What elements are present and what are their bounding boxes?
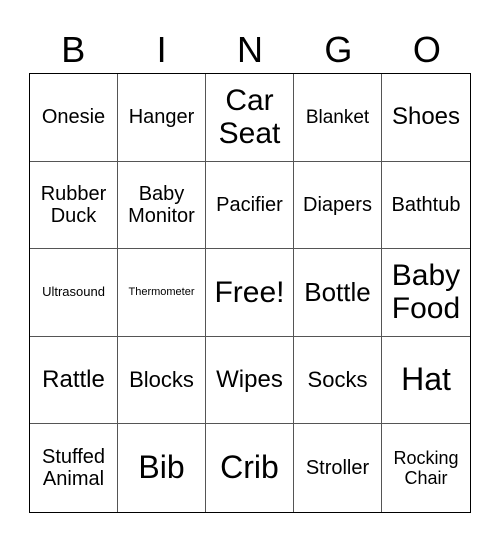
bingo-cell[interactable]: Hanger (118, 74, 206, 162)
bingo-cell[interactable]: Hat (382, 337, 470, 425)
bingo-cell[interactable]: Rubber Duck (30, 161, 118, 250)
header-letter-i: I (156, 29, 167, 70)
bingo-cell[interactable]: Baby Monitor (118, 161, 206, 250)
bingo-cell[interactable]: Pacifier (206, 161, 294, 250)
header-letter-n: N (237, 29, 264, 70)
bingo-cell[interactable]: Blocks (118, 336, 206, 425)
bingo-cell[interactable]: Rattle (30, 336, 118, 425)
bingo-cell[interactable]: Bathtub (382, 162, 470, 250)
bingo-cell[interactable]: Thermometer (118, 249, 206, 337)
header-letter-b: B (61, 29, 86, 70)
free-space-cell[interactable]: Free! (206, 249, 294, 337)
bingo-cell[interactable]: Blanket (294, 74, 382, 162)
bingo-header: B I N G O (29, 28, 471, 72)
header-letter-g: G (324, 29, 353, 70)
bingo-cell[interactable]: Baby Food (382, 249, 470, 337)
bingo-cell[interactable]: Bottle (294, 249, 382, 337)
bingo-cell[interactable]: Bib (118, 424, 206, 512)
bingo-cell[interactable]: Shoes (382, 74, 470, 162)
bingo-cell[interactable]: Ultrasound (30, 249, 118, 337)
bingo-cell[interactable]: Socks (294, 336, 382, 425)
header-letter-o: O (412, 29, 441, 70)
bingo-cell[interactable]: Wipes (206, 336, 294, 425)
bingo-cell[interactable]: Crib (206, 424, 294, 512)
bingo-cell[interactable]: Stroller (294, 424, 382, 512)
bingo-cell[interactable]: Diapers (294, 161, 382, 250)
bingo-cell[interactable]: Rocking Chair (382, 424, 470, 512)
bingo-cell[interactable]: Stuffed Animal (30, 424, 118, 512)
bingo-grid: Onesie Hanger Car Seat Blanket Shoes Rubber D… (29, 73, 471, 513)
bingo-cell[interactable]: Car Seat (206, 74, 294, 162)
bingo-cell[interactable]: Onesie (30, 74, 118, 162)
